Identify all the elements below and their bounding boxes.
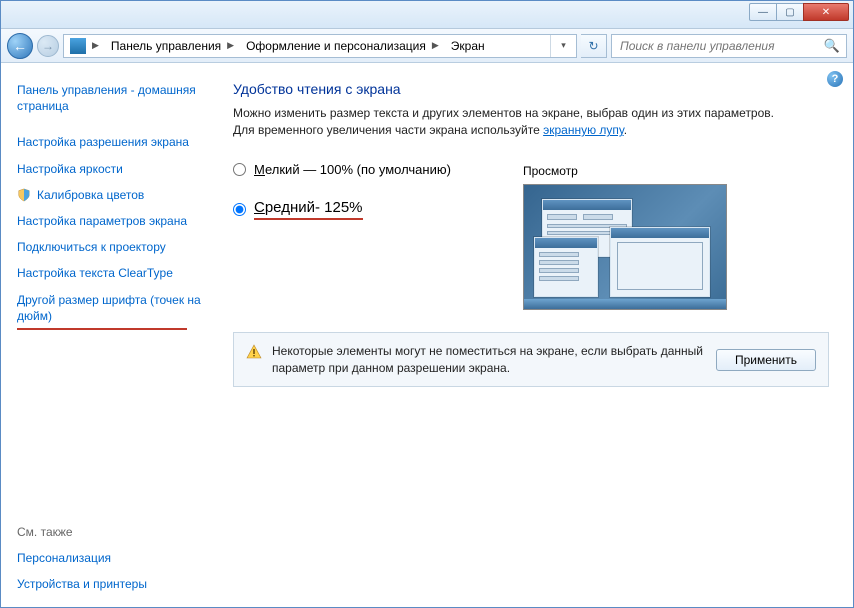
info-box: Некоторые элементы могут не поместиться … xyxy=(233,332,829,388)
see-also-heading: См. также xyxy=(17,525,205,539)
address-bar[interactable]: ▶ Панель управления ▶ Оформление и персо… xyxy=(63,34,577,58)
warning-icon xyxy=(246,344,262,360)
search-input[interactable] xyxy=(618,38,818,54)
sidebar-item-display-settings[interactable]: Настройка параметров экрана xyxy=(17,213,205,229)
address-dropdown[interactable]: ▾ xyxy=(550,35,576,57)
breadcrumb-segment[interactable]: Оформление и персонализация ▶ xyxy=(240,35,445,57)
scale-options: Мелкий — 100% (по умолчанию) Средний- 12… xyxy=(233,158,483,242)
chevron-right-icon: ▶ xyxy=(92,40,99,51)
see-also-devices[interactable]: Устройства и принтеры xyxy=(17,576,205,592)
close-button[interactable]: ✕ xyxy=(803,3,849,21)
sidebar-item-cleartype[interactable]: Настройка текста ClearType xyxy=(17,265,205,281)
chevron-right-icon: ▶ xyxy=(227,40,234,51)
radio-medium[interactable] xyxy=(233,203,246,216)
minimize-button[interactable]: — xyxy=(749,3,777,21)
apply-button[interactable]: Применить xyxy=(716,349,816,371)
maximize-button[interactable]: ▢ xyxy=(776,3,804,21)
page-heading: Удобство чтения с экрана xyxy=(233,81,829,97)
address-icon-seg[interactable]: ▶ xyxy=(64,35,105,57)
sidebar-item-brightness[interactable]: Настройка яркости xyxy=(17,161,205,177)
preview-column: Просмотр xyxy=(523,158,727,310)
refresh-button[interactable]: ↻ xyxy=(581,34,607,58)
breadcrumb-segment[interactable]: Панель управления ▶ xyxy=(105,35,240,57)
sidebar-home-link[interactable]: Панель управления - домашняя страница xyxy=(17,82,205,114)
control-panel-icon xyxy=(70,38,86,54)
magnifier-link[interactable]: экранную лупу xyxy=(543,123,624,137)
breadcrumb-label: Оформление и персонализация xyxy=(246,39,426,53)
work-area: Панель управления - домашняя страница На… xyxy=(1,63,853,607)
chevron-right-icon: ▶ xyxy=(432,40,439,51)
sidebar-item-projector[interactable]: Подключиться к проектору xyxy=(17,239,205,255)
page-description: Можно изменить размер текста и других эл… xyxy=(233,105,793,140)
option-small-label: Мелкий — 100% (по умолчанию) xyxy=(254,162,451,177)
breadcrumb-label: Экран xyxy=(451,39,485,53)
content-pane: ? Удобство чтения с экрана Можно изменит… xyxy=(215,63,853,607)
info-text: Некоторые элементы могут не поместиться … xyxy=(272,343,706,377)
sidebar-item-label: Калибровка цветов xyxy=(37,187,144,203)
option-medium[interactable]: Средний- 125% xyxy=(233,199,483,220)
shield-icon xyxy=(17,188,31,202)
option-medium-label: Средний- 125% xyxy=(254,199,363,220)
help-icon[interactable]: ? xyxy=(827,71,843,87)
scale-options-row: Мелкий — 100% (по умолчанию) Средний- 12… xyxy=(233,158,829,310)
back-button[interactable]: ← xyxy=(7,33,33,59)
forward-button[interactable]: → xyxy=(37,35,59,57)
desc-text: Можно изменить размер текста и других эл… xyxy=(233,106,774,137)
navigation-bar: ← → ▶ Панель управления ▶ Оформление и п… xyxy=(1,29,853,63)
breadcrumb-label: Панель управления xyxy=(111,39,221,53)
option-small[interactable]: Мелкий — 100% (по умолчанию) xyxy=(233,162,483,177)
sidebar-item-custom-dpi[interactable]: Другой размер шрифта (точек на дюйм) xyxy=(17,292,205,324)
breadcrumb-segment[interactable]: Экран xyxy=(445,35,491,57)
sidebar: Панель управления - домашняя страница На… xyxy=(1,63,215,607)
desc-after: . xyxy=(624,123,627,137)
search-box[interactable]: 🔍 xyxy=(611,34,847,58)
sidebar-item-calibrate[interactable]: Калибровка цветов xyxy=(17,187,205,203)
preview-label: Просмотр xyxy=(523,164,727,178)
radio-small[interactable] xyxy=(233,163,246,176)
preview-thumbnail xyxy=(523,184,727,310)
see-also-personalization[interactable]: Персонализация xyxy=(17,550,205,566)
search-icon[interactable]: 🔍 xyxy=(824,38,840,54)
window-titlebar: — ▢ ✕ xyxy=(1,1,853,29)
sidebar-item-resolution[interactable]: Настройка разрешения экрана xyxy=(17,134,205,150)
window-buttons: — ▢ ✕ xyxy=(750,3,849,21)
